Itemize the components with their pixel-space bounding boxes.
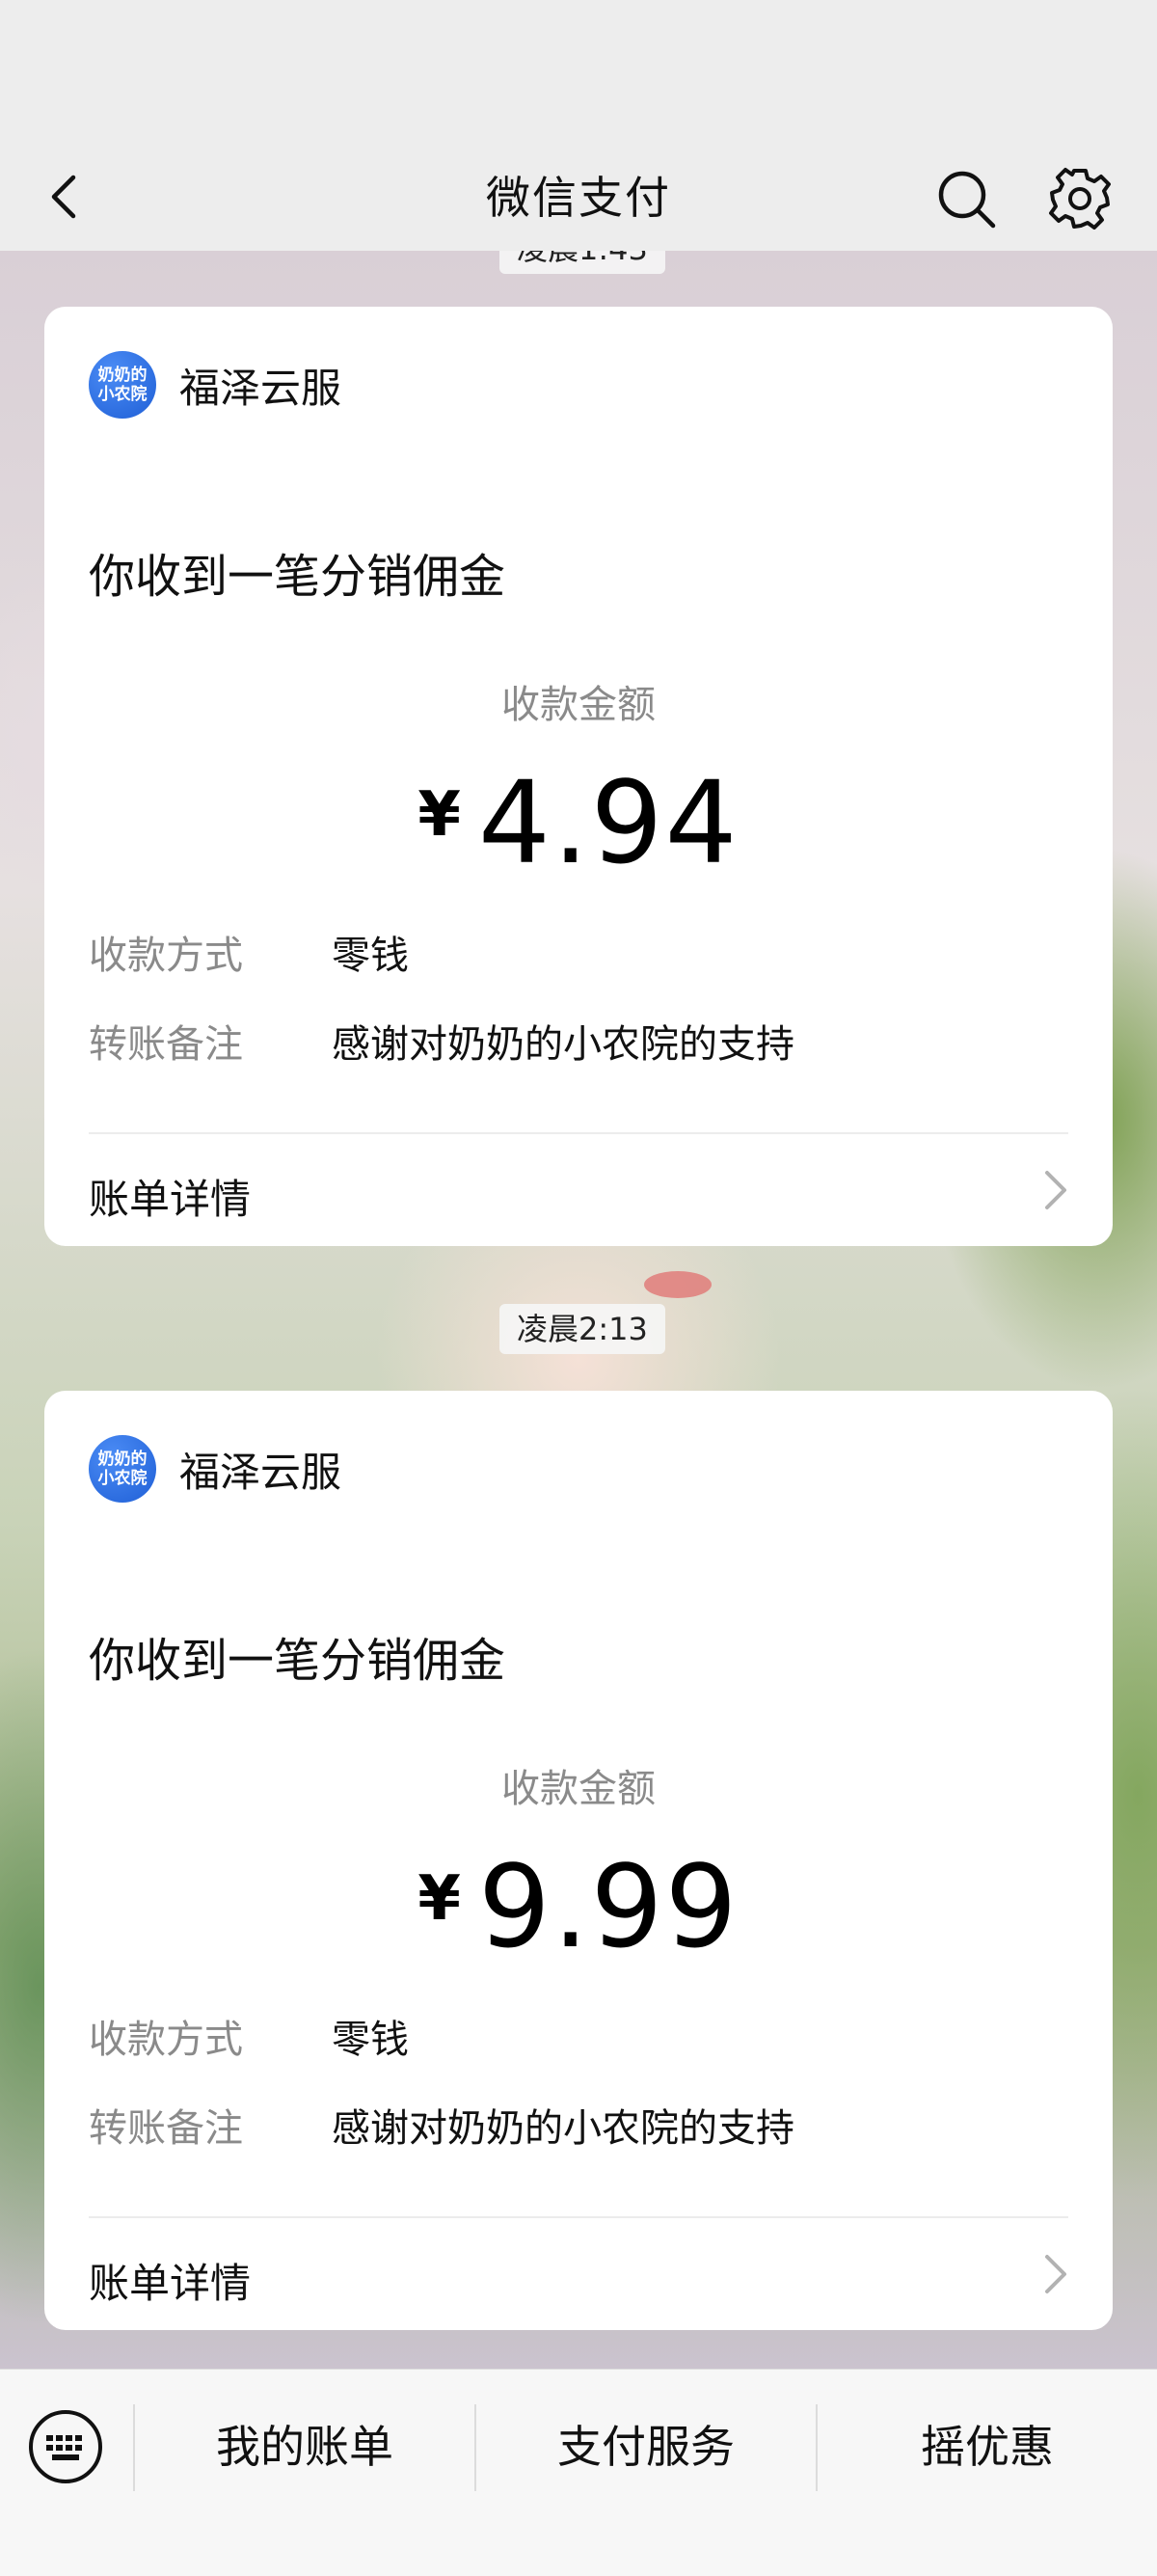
divider — [89, 2216, 1068, 2218]
currency-symbol: ¥ — [417, 779, 461, 851]
merchant-name: 福泽云服 — [179, 364, 342, 412]
payment-method-row: 收款方式 零钱 — [89, 2008, 409, 2064]
transfer-note-row: 转账备注 感谢对奶奶的小农院的支持 — [89, 1013, 794, 1069]
payment-method-label: 收款方式 — [89, 2018, 243, 2062]
avatar[interactable]: 奶奶的 小农院 — [89, 351, 156, 419]
transfer-note-row: 转账备注 感谢对奶奶的小农院的支持 — [89, 2097, 794, 2153]
payment-method-value: 零钱 — [332, 934, 409, 978]
amount-number: 4.94 — [477, 756, 740, 889]
menu-payment-services[interactable]: 支付服务 — [476, 2370, 816, 2524]
currency-symbol: ¥ — [417, 1863, 461, 1935]
message-headline: 你收到一笔分销佣金 — [89, 550, 506, 604]
bill-details-link[interactable]: 账单详情 — [89, 1167, 251, 1226]
timestamp: 凌晨2:13 — [499, 1304, 665, 1354]
merchant-name: 福泽云服 — [179, 1448, 342, 1496]
payment-method-value: 零钱 — [332, 2018, 409, 2062]
keyboard-icon[interactable] — [27, 2408, 104, 2485]
amount-number: 9.99 — [477, 1840, 740, 1973]
bottom-menu-bar: 我的账单 支付服务 摇优惠 — [0, 2369, 1157, 2576]
transfer-note-label: 转账备注 — [89, 1022, 243, 1067]
chevron-right-icon[interactable] — [1037, 2249, 1072, 2299]
transfer-note-label: 转账备注 — [89, 2106, 243, 2151]
avatar-text: 小农院 — [97, 1469, 148, 1488]
status-bar — [0, 0, 1157, 145]
payment-method-label: 收款方式 — [89, 934, 243, 978]
wallpaper-detail — [644, 1271, 712, 1298]
avatar-text: 小农院 — [97, 385, 148, 404]
menu-my-bills[interactable]: 我的账单 — [135, 2370, 474, 2524]
transfer-note-value: 感谢对奶奶的小农院的支持 — [332, 2106, 794, 2151]
amount-value: ¥4.94 — [44, 765, 1113, 881]
merchant-header[interactable]: 奶奶的 小农院 福泽云服 — [89, 351, 341, 419]
avatar[interactable]: 奶奶的 小农院 — [89, 1435, 156, 1503]
nav-header: 微信支付 — [0, 145, 1157, 251]
amount-label: 收款金额 — [501, 1767, 656, 1811]
menu-shake-offers[interactable]: 摇优惠 — [818, 2370, 1157, 2524]
search-icon[interactable] — [935, 168, 999, 231]
chevron-right-icon[interactable] — [1037, 1165, 1072, 1215]
divider — [89, 1132, 1068, 1134]
payment-card[interactable]: 奶奶的 小农院 福泽云服 你收到一笔分销佣金 收款金额 ¥4.94 收款方式 零钱… — [44, 307, 1113, 1246]
payment-card[interactable]: 奶奶的 小农院 福泽云服 你收到一笔分销佣金 收款金额 ¥9.99 收款方式 零钱… — [44, 1391, 1113, 2330]
transfer-note-value: 感谢对奶奶的小农院的支持 — [332, 1022, 794, 1067]
payment-method-row: 收款方式 零钱 — [89, 924, 409, 980]
bill-details-link[interactable]: 账单详情 — [89, 2251, 251, 2310]
avatar-text: 奶奶的 — [97, 366, 148, 385]
amount-label: 收款金额 — [501, 683, 656, 727]
merchant-header[interactable]: 奶奶的 小农院 福泽云服 — [89, 1435, 341, 1503]
message-headline: 你收到一笔分销佣金 — [89, 1634, 506, 1688]
gear-icon[interactable] — [1047, 166, 1113, 231]
amount-value: ¥9.99 — [44, 1849, 1113, 1965]
avatar-text: 奶奶的 — [97, 1450, 148, 1469]
